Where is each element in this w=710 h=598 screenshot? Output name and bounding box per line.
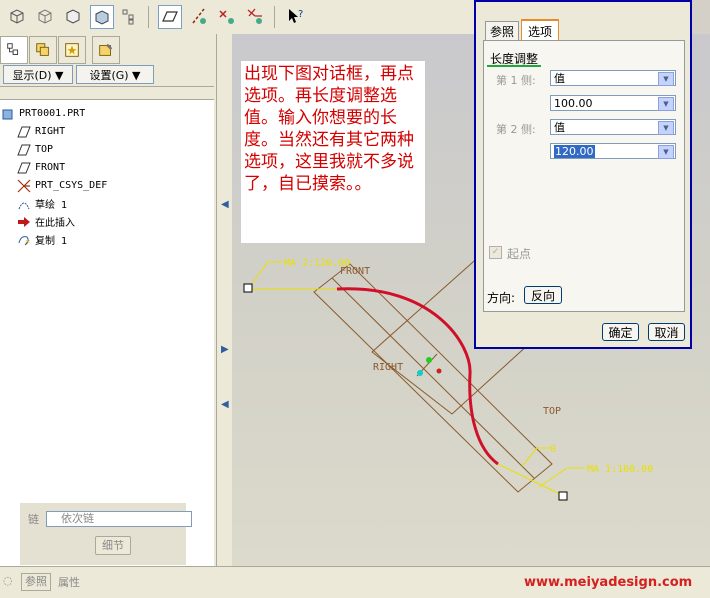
csys-z-marker	[417, 370, 423, 376]
cancel-button[interactable]: 取消	[648, 323, 685, 341]
drag-handle-side2	[243, 283, 253, 293]
tree-item-front[interactable]: FRONT	[16, 159, 65, 176]
chevron-down-icon: ▼	[658, 72, 674, 86]
chevron-down-icon: ▼	[658, 121, 674, 135]
dim-label-side1: MA 1:100.00	[587, 464, 653, 475]
watermark: www.meiyadesign.com	[524, 575, 693, 590]
side2-label: 第 2 侧:	[496, 123, 536, 136]
cube-no-hidden-icon[interactable]	[62, 5, 84, 27]
chevron-down-icon: ▼	[658, 145, 674, 159]
coord-sys-icon[interactable]	[244, 5, 266, 27]
datum-point-icon[interactable]	[216, 5, 238, 27]
csys-y-marker	[426, 357, 432, 363]
cube-hidden-line-icon[interactable]	[34, 5, 56, 27]
side1-value-input[interactable]: 100.00 ▼	[550, 95, 676, 111]
flip-button[interactable]: 反向	[524, 286, 562, 304]
datum-plane-icon	[16, 161, 32, 175]
tab-model-tree[interactable]	[0, 36, 28, 64]
settings-menu[interactable]: 设置(G) ▼	[76, 65, 154, 84]
model-tree: PRT0001.PRT RIGHT TOP FRONT PRT_CSYS_DEF…	[0, 86, 214, 567]
tab-tools[interactable]	[92, 36, 120, 64]
side2-type-select[interactable]: 值 ▼	[550, 119, 676, 135]
ref-tab[interactable]: 参照	[21, 573, 51, 591]
part-icon	[0, 107, 16, 121]
cube-wireframe-icon[interactable]	[6, 5, 28, 27]
tree-item-insert-here[interactable]: 在此插入	[16, 213, 75, 230]
instruction-note: 出现下图对话框，再点选项。再长度调整选值。输入你想要的长度。当然还有其它两种选项…	[241, 61, 425, 243]
side2-value-input[interactable]: 120.00 ▼	[550, 143, 676, 159]
tab-layers[interactable]	[29, 36, 57, 64]
direction-label: 方向:	[487, 291, 516, 305]
length-options-dialog: 参照 选项 长度调整 第 1 侧: 值 ▼ 100.00 ▼ 第 2 侧: 值 ▼ 1…	[474, 0, 692, 349]
start-point-checkbox[interactable]: ✓	[489, 246, 502, 259]
tree-item-csys[interactable]: PRT_CSYS_DEF	[16, 177, 107, 194]
drag-handle-side1	[558, 491, 568, 501]
insert-here-icon	[16, 215, 32, 229]
datum-plane-icon	[16, 143, 32, 157]
cube-shaded-icon[interactable]	[90, 5, 114, 29]
top-plane-label: TOP	[543, 406, 561, 417]
chain-field[interactable]: 依次链	[46, 511, 192, 527]
title-underline	[487, 65, 541, 67]
ok-button[interactable]: 确定	[602, 323, 639, 341]
tree-item-right[interactable]: RIGHT	[16, 123, 65, 140]
dim-label-side1-short: 0	[550, 444, 556, 455]
tree-toggle-icon[interactable]	[118, 5, 140, 27]
help-pointer-icon[interactable]: ?	[284, 5, 306, 27]
side1-type-select[interactable]: 值 ▼	[550, 70, 676, 86]
ref-icon: ◌	[3, 574, 13, 587]
front-plane-label: FRONT	[340, 266, 370, 277]
status-bar: ◌ 参照 属性 www.meiyadesign.com	[0, 566, 710, 598]
chain-panel: 链 依次链 细节	[20, 503, 192, 565]
tree-item-copy[interactable]: * 复制 1	[16, 231, 67, 248]
tree-item-top[interactable]: TOP	[16, 141, 53, 158]
svg-text:*: *	[25, 239, 30, 247]
csys-x-marker	[436, 368, 442, 374]
props-tab[interactable]: 属性	[58, 574, 80, 590]
copy-feature-icon: *	[16, 233, 32, 247]
tree-item-part[interactable]: PRT0001.PRT	[0, 105, 85, 122]
right-plane-label: RIGHT	[373, 362, 403, 373]
tab-favorites[interactable]	[58, 36, 86, 64]
details-button[interactable]: 细节	[95, 536, 131, 555]
tree-item-sketch[interactable]: 草绘 1	[16, 195, 67, 212]
chevron-down-icon: ▼	[658, 97, 674, 111]
tab-references[interactable]: 参照	[485, 21, 519, 40]
main-toolbar: ?	[0, 0, 475, 35]
coord-sys-icon	[16, 179, 32, 193]
sketch-icon	[16, 197, 32, 211]
display-menu[interactable]: 显示(D) ▼	[3, 65, 73, 84]
start-point-label: 起点	[507, 247, 532, 261]
chain-label: 链	[28, 513, 39, 526]
datum-plane-icon[interactable]	[158, 5, 182, 29]
datum-axis-icon[interactable]	[188, 5, 210, 27]
side1-label: 第 1 侧:	[496, 74, 536, 87]
datum-plane-icon	[16, 125, 32, 139]
svg-text:?: ?	[298, 9, 303, 20]
tab-options[interactable]: 选项	[521, 19, 559, 41]
